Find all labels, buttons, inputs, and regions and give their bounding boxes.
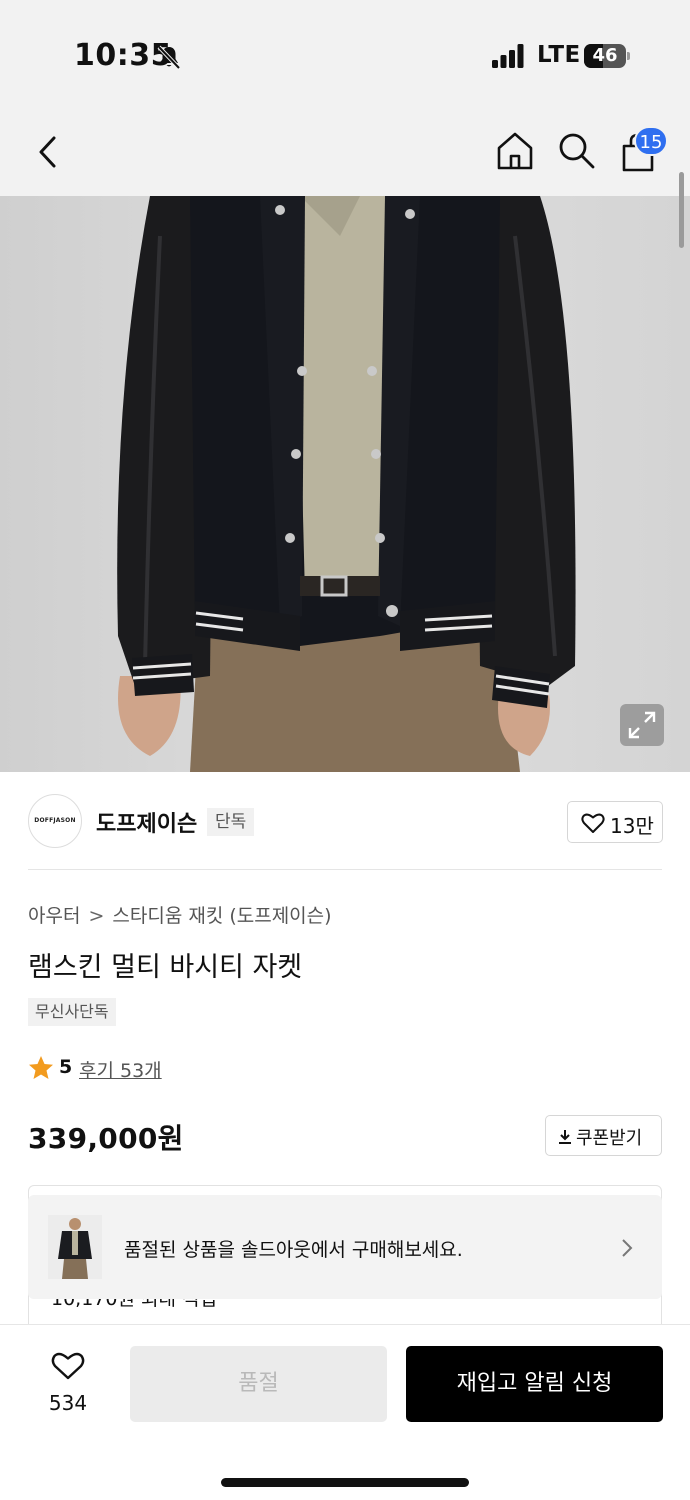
brand-name[interactable]: 도프제이슨 bbox=[96, 806, 197, 838]
product-price: 339,000원 bbox=[28, 1122, 184, 1155]
wishlist-count: 534 bbox=[48, 1391, 88, 1415]
review-link[interactable]: 후기 53개 bbox=[79, 1056, 162, 1083]
soldout-button: 품절 bbox=[130, 1346, 387, 1422]
product-title: 램스킨 멀티 바시티 자켓 bbox=[28, 952, 303, 983]
home-indicator[interactable] bbox=[221, 1478, 469, 1487]
jacket-photo bbox=[0, 196, 690, 772]
search-icon[interactable] bbox=[556, 130, 596, 170]
bottom-action-bar: 534 품절 재입고 알림 신청 bbox=[0, 1324, 690, 1500]
divider bbox=[28, 869, 662, 870]
wishlist-button[interactable]: 534 bbox=[40, 1351, 96, 1421]
brand-exclusive-tag: 단독 bbox=[207, 808, 255, 836]
product-image[interactable] bbox=[0, 196, 690, 772]
soldout-banner[interactable]: 품절된 상품을 솔드아웃에서 구매해보세요. bbox=[28, 1195, 662, 1299]
expand-icon[interactable] bbox=[620, 704, 664, 746]
heart-icon bbox=[581, 813, 605, 833]
network-type: LTE bbox=[537, 42, 581, 68]
signal-icon bbox=[492, 44, 524, 68]
brand-like-count: 13만 bbox=[610, 814, 654, 838]
star-icon bbox=[29, 1056, 53, 1079]
home-icon[interactable] bbox=[494, 130, 536, 172]
download-icon bbox=[559, 1130, 571, 1144]
chevron-right-icon bbox=[622, 1239, 633, 1257]
brand-like-button[interactable]: 13만 bbox=[567, 801, 663, 843]
chevron-left-icon[interactable] bbox=[30, 130, 66, 174]
heart-icon bbox=[51, 1352, 85, 1380]
top-header: 10:35 LTE 46 15 bbox=[0, 0, 690, 196]
cart-count-badge: 15 bbox=[634, 126, 668, 156]
coupon-button[interactable]: 쿠폰받기 bbox=[545, 1115, 662, 1156]
breadcrumb-category[interactable]: 아우터 bbox=[28, 905, 80, 927]
rating-score: 5 bbox=[59, 1056, 73, 1078]
bell-slash-icon bbox=[157, 45, 181, 70]
banner-thumbnail bbox=[48, 1215, 102, 1279]
coupon-label: 쿠폰받기 bbox=[576, 1128, 643, 1149]
battery-icon: 46 bbox=[584, 44, 630, 68]
brand-logo[interactable]: DOFFJASON bbox=[28, 794, 82, 848]
banner-text: 품절된 상품을 솔드아웃에서 구매해보세요. bbox=[124, 1239, 463, 1261]
breadcrumb-subcategory[interactable]: 스타디움 재킷 (도프제이슨) bbox=[112, 905, 331, 927]
exclusive-tag: 무신사단독 bbox=[28, 998, 116, 1026]
breadcrumb: 아우터 > 스타디움 재킷 (도프제이슨) bbox=[28, 901, 332, 928]
chevron-right-icon: > bbox=[88, 905, 105, 927]
restock-alert-button[interactable]: 재입고 알림 신청 bbox=[406, 1346, 663, 1422]
scrollbar[interactable] bbox=[679, 172, 684, 248]
battery-percent: 46 bbox=[592, 45, 618, 66]
